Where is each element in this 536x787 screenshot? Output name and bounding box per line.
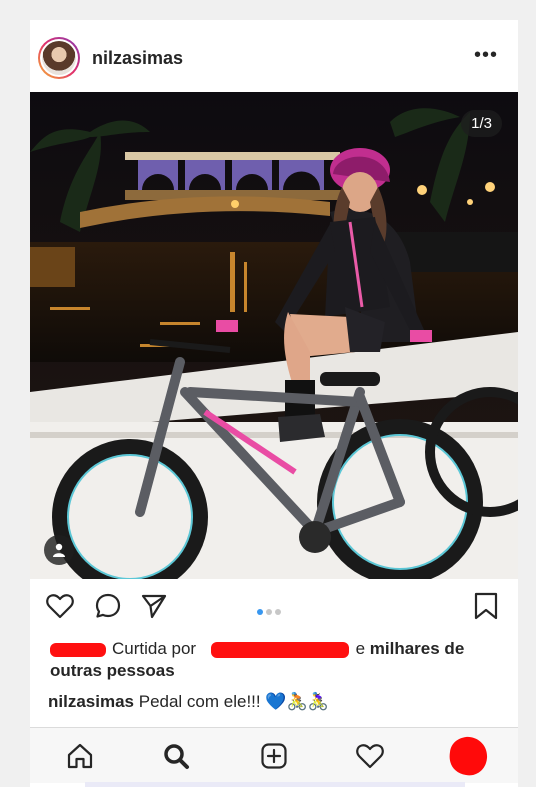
- avatar-icon[interactable]: [446, 734, 490, 778]
- instagram-post-frame: nilzasimas ••• 1/3 Curtida por e milhare…: [30, 20, 518, 787]
- carousel-indicator: [257, 602, 284, 620]
- carousel-dot: [266, 609, 272, 615]
- plus-square-icon[interactable]: [256, 738, 292, 774]
- caption-username[interactable]: nilzasimas: [48, 692, 134, 711]
- tagged-people-icon[interactable]: [44, 535, 74, 565]
- avatar-border: [40, 39, 78, 77]
- post-username[interactable]: nilzasimas: [92, 48, 183, 69]
- bottom-tab-bar: [30, 727, 518, 783]
- post-header: nilzasimas •••: [30, 20, 518, 92]
- post-caption: nilzasimas Pedal com ele!!! 💙🚴🚴‍♀️: [48, 692, 329, 712]
- carousel-dot: [275, 609, 281, 615]
- home-indicator: [85, 782, 465, 787]
- comment-icon[interactable]: [92, 590, 124, 622]
- profile-avatar[interactable]: [38, 37, 80, 79]
- post-photo-illustration: [30, 92, 518, 579]
- activity-heart-icon[interactable]: [352, 738, 388, 774]
- likes-summary[interactable]: Curtida por e milhares de outras pessoas: [50, 638, 500, 682]
- send-icon[interactable]: [138, 590, 170, 622]
- heart-icon[interactable]: [44, 590, 76, 622]
- likes-connector: e: [355, 639, 366, 658]
- carousel-dot-active: [257, 609, 263, 615]
- home-icon[interactable]: [62, 738, 98, 774]
- avatar-photo: [42, 41, 76, 75]
- post-photo[interactable]: 1/3: [30, 92, 518, 579]
- caption-text: Pedal com ele!!! 💙🚴🚴‍♀️: [138, 692, 329, 711]
- post-actions: [30, 590, 518, 624]
- redacted-username: [210, 641, 349, 658]
- likes-prefix: Curtida por: [112, 639, 197, 658]
- bookmark-icon[interactable]: [470, 590, 502, 622]
- search-icon[interactable]: [158, 738, 194, 774]
- more-options-icon[interactable]: •••: [474, 44, 498, 67]
- carousel-counter: 1/3: [461, 110, 502, 137]
- redacted-avatars: [50, 642, 106, 657]
